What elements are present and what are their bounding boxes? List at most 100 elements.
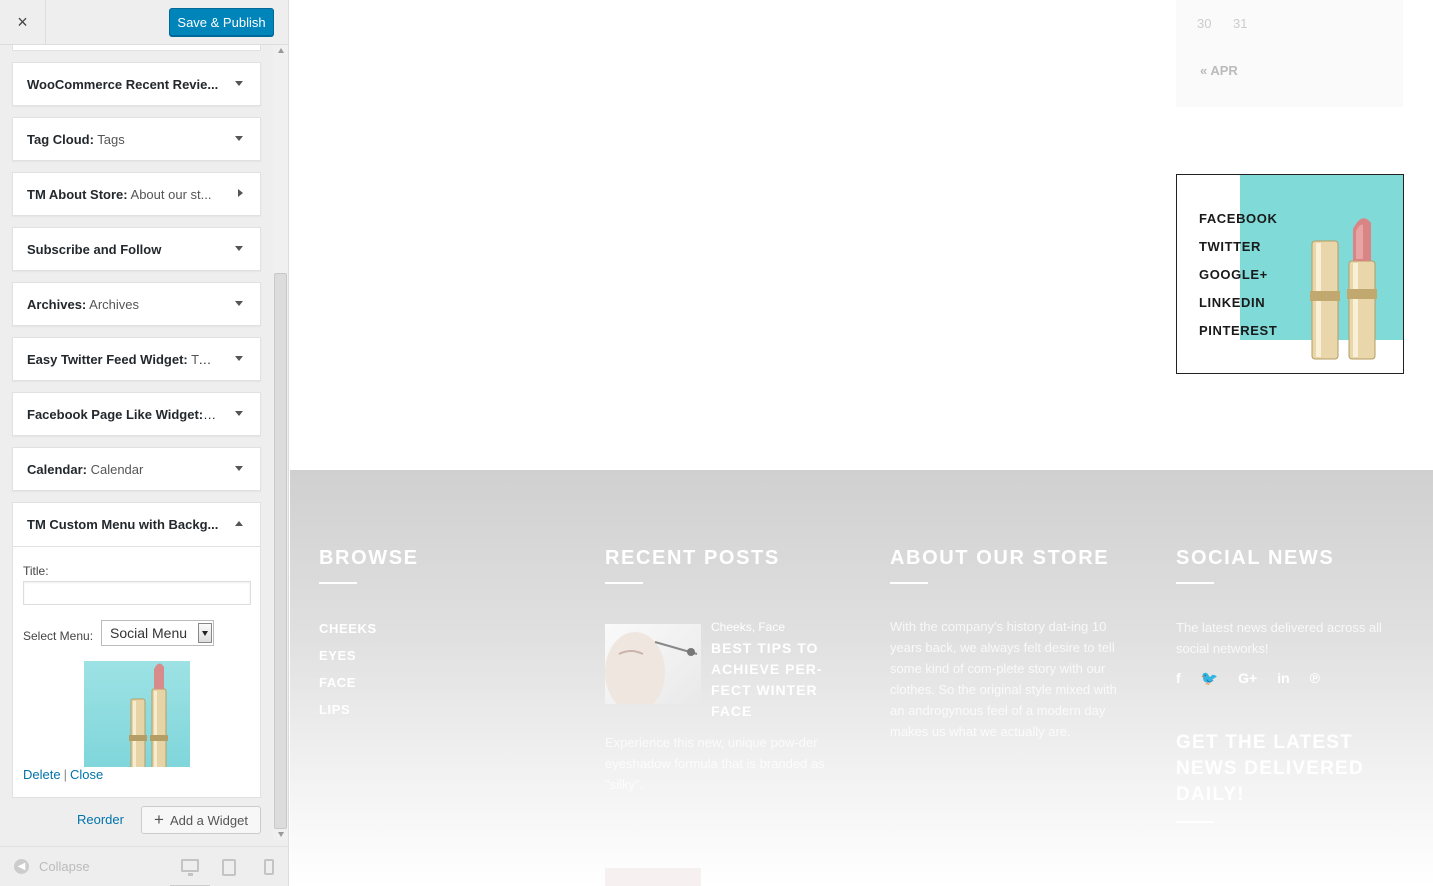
twitter-icon[interactable]: 🐦 [1201,670,1218,687]
widget-row[interactable]: Archives: Archives [12,282,261,326]
scroll-up-icon[interactable] [278,48,284,53]
dropdown-arrow-icon[interactable] [198,623,212,643]
heading-rule [605,582,643,584]
facebook-link[interactable]: FACEBOOK [1199,211,1277,239]
widget-subtitle: About our st... [127,187,212,202]
heading-rule [319,582,357,584]
scroll-down-icon[interactable] [278,832,284,837]
chevron-down-icon[interactable] [235,411,243,416]
close-icon[interactable]: × [0,0,46,45]
chevron-down-icon[interactable] [235,466,243,471]
widget-row[interactable]: Tag Cloud: Tags [12,117,261,161]
customizer-app: × Save & Publish WooCommerce Recent Revi… [0,0,1433,886]
widget-row[interactable]: Calendar: Calendar [12,447,261,491]
google-plus-link[interactable]: GOOGLE+ [1199,267,1277,295]
lipstick-image [129,663,168,767]
collapse-arrow-icon[interactable] [235,521,243,526]
widget-subtitle: Tags [93,132,125,147]
widget-row[interactable]: Subscribe and Follow [12,227,261,271]
widget-row[interactable]: WooCommerce Recent Revie... [12,62,261,106]
widget-row[interactable]: Easy Twitter Feed Widget: Twi... [12,337,261,381]
newsletter-heading: GET THE LATEST NEWS DELIVERED DAILY! [1176,732,1364,805]
widget-title: Archives: Archives [27,297,219,312]
customizer-header: × Save & Publish [0,0,288,45]
post-thumbnail[interactable] [605,624,701,704]
collapse-button[interactable]: ◀ Collapse [14,859,90,874]
scroll-thumb[interactable] [274,273,287,829]
widget-title: Easy Twitter Feed Widget: Twi... [27,352,219,367]
widget-list: WooCommerce Recent Revie... Tag Cloud: Ta… [12,45,261,798]
plus-icon: + [154,810,164,829]
delete-link[interactable]: Delete [23,767,61,782]
calendar-widget: 30 31 « APR [1176,0,1403,107]
widget-title: Subscribe and Follow [27,242,219,257]
widget-name: Tag Cloud: [27,132,94,147]
widget-name: Archives: [27,297,87,312]
chevron-down-icon[interactable] [235,81,243,86]
widget-title: Facebook Page Like Widget: L... [27,407,219,422]
calendar-day: 31 [1233,16,1248,31]
mobile-preview-icon[interactable] [264,859,274,875]
add-widget-button[interactable]: + Add a Widget [141,806,261,834]
save-publish-button[interactable]: Save & Publish [169,8,274,36]
title-label: Title: [23,564,49,578]
linkedin-icon[interactable]: in [1277,670,1289,687]
site-preview: 30 31 « APR FACEBOOK TWITTER GOOGLE+ LIN… [290,0,1433,886]
heading-rule [1176,582,1214,584]
tablet-preview-icon[interactable] [222,859,236,876]
reorder-link[interactable]: Reorder [77,812,124,827]
pinterest-link[interactable]: PINTEREST [1199,323,1277,351]
widget-title: TM Custom Menu with Backg... [27,517,219,532]
widget-name: Subscribe and Follow [27,242,162,257]
widget-name: Calendar: [27,462,87,477]
chevron-down-icon[interactable] [235,136,243,141]
post-image [605,632,698,704]
widget-subtitle: Archives [86,297,139,312]
widget-header[interactable]: TM Custom Menu with Backg... [13,503,260,547]
close-link[interactable]: Close [70,767,103,782]
widget-stub [12,45,261,51]
background-image-preview[interactable] [84,661,190,767]
recent-posts-heading: RECENT POSTS [605,547,780,569]
chevron-right-icon[interactable] [238,189,243,197]
social-icons: f 🐦 G+ in ℗ [1176,670,1320,687]
about-heading: ABOUT OUR STORE [890,547,1110,569]
widget-title: WooCommerce Recent Revie... [27,77,219,92]
post-thumbnail[interactable] [605,868,701,886]
twitter-link[interactable]: TWITTER [1199,239,1277,267]
title-input[interactable] [23,581,251,605]
post-title[interactable]: BEST TIPS TO ACHIEVE PER-FECT WINTER FAC… [711,638,831,722]
heading-rule [890,582,928,584]
customizer-sidebar: × Save & Publish WooCommerce Recent Revi… [0,0,289,886]
chevron-down-icon[interactable] [235,246,243,251]
chevron-down-icon[interactable] [235,356,243,361]
browse-link-cheeks[interactable]: CHEEKS [319,621,377,636]
collapse-label: Collapse [39,859,90,874]
heading-rule [1176,821,1214,823]
browse-link-lips[interactable]: LIPS [319,702,350,717]
widget-row[interactable]: TM About Store: About our st... [12,172,261,216]
menu-select[interactable]: Social Menu [101,620,214,646]
google-plus-icon[interactable]: G+ [1238,670,1257,687]
facebook-icon[interactable]: f [1176,670,1181,687]
post-category[interactable]: Cheeks, Face [711,620,785,634]
separator: | [63,767,67,782]
select-menu-label: Select Menu: [23,629,94,643]
linkedin-link[interactable]: LINKEDIN [1199,295,1277,323]
widget-row[interactable]: Facebook Page Like Widget: L... [12,392,261,436]
calendar-day: 30 [1197,16,1212,31]
widget-name: Facebook Page Like Widget: [27,407,204,422]
chevron-down-icon[interactable] [235,301,243,306]
widget-title: Calendar: Calendar [27,462,219,477]
widget-actions: Delete | Close [23,767,103,782]
sidebar-scrollbar[interactable] [273,45,288,840]
calendar-prev-month-link[interactable]: « APR [1200,63,1238,78]
browse-link-face[interactable]: FACE [319,675,356,690]
pinterest-icon[interactable]: ℗ [1310,670,1320,687]
widget-title: Tag Cloud: Tags [27,132,219,147]
desktop-preview-icon[interactable] [181,859,199,876]
browse-link-eyes[interactable]: EYES [319,648,356,663]
menu-select-value: Social Menu [110,625,188,641]
widget-area-actions: Reorder + Add a Widget [12,806,261,834]
customizer-footer: ◀ Collapse [0,846,288,886]
